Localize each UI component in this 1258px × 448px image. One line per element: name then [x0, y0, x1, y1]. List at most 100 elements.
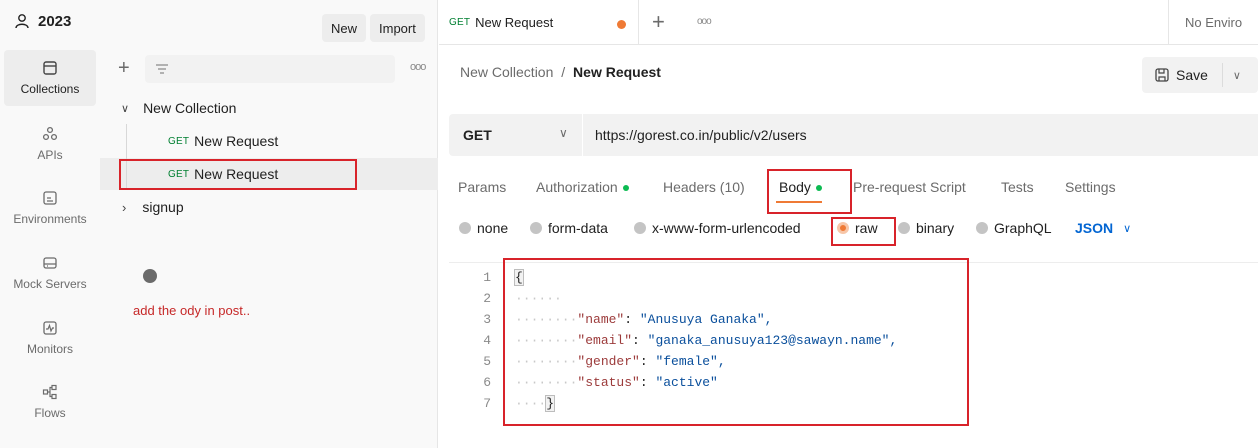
code-line: ······ [515, 291, 562, 306]
method-select[interactable]: GET [463, 127, 492, 143]
rail-item-mock-servers[interactable]: Mock Servers [4, 245, 96, 301]
request-url-bar: GET ∨ https://gorest.co.in/public/v2/use… [449, 114, 1258, 156]
radio-circle [634, 222, 646, 234]
json-key: "email" [577, 333, 633, 348]
tree-folder[interactable]: › signup [100, 191, 438, 223]
filter-input[interactable] [145, 55, 395, 83]
tab-more-icon[interactable]: ooo [697, 16, 712, 27]
rail-label: Flows [34, 406, 66, 420]
radio-none[interactable]: none [459, 219, 508, 237]
json-key: "name" [577, 312, 625, 327]
mock-servers-icon [43, 257, 57, 269]
more-options-icon[interactable]: ooo [410, 61, 426, 73]
code-line: ········"gender": "female", [515, 354, 726, 369]
flows-icon [42, 384, 57, 400]
tab-method: GET [449, 17, 471, 28]
code-line: ········"email": "ganaka_anusuya123@sawa… [515, 333, 898, 348]
code-line: ········"status": "active" [515, 375, 718, 390]
radio-circle [976, 222, 988, 234]
tab-authorization[interactable]: Authorization [536, 179, 629, 195]
tree-guide-line [126, 124, 127, 190]
request-method: GET [168, 168, 190, 180]
whitespace-dots: ········ [515, 312, 578, 327]
rail-item-flows[interactable]: Flows [4, 374, 96, 430]
open-brace: { [514, 269, 524, 286]
radio-circle [530, 222, 542, 234]
tab-settings[interactable]: Settings [1065, 179, 1116, 195]
radio-graphql[interactable]: GraphQL [976, 219, 1052, 237]
tab-authorization-label: Authorization [536, 179, 618, 195]
breadcrumb-collection[interactable]: New Collection [460, 64, 553, 80]
tab-new-request[interactable]: GET New Request [439, 0, 639, 45]
workspace-header[interactable]: 2023 [14, 10, 71, 32]
rail-label: Collections [20, 82, 80, 96]
chevron-down-icon[interactable]: ∨ [559, 126, 568, 140]
radio-binary[interactable]: binary [898, 219, 954, 237]
user-icon [15, 14, 29, 29]
radio-label: binary [916, 220, 955, 236]
whitespace-dots: ········ [515, 333, 578, 348]
line-number: 7 [483, 396, 491, 411]
rail-item-environments[interactable]: Environments [4, 180, 96, 236]
json-value: "ganaka_anusuya123@sawayn.name", [647, 333, 898, 348]
new-tab-plus-icon[interactable]: + [652, 9, 665, 35]
save-button[interactable]: Save ∨ [1142, 57, 1258, 93]
radio-label: GraphQL [994, 220, 1052, 236]
tab-body[interactable]: Body [779, 179, 822, 195]
radio-label: x-www-form-urlencoded [652, 220, 801, 236]
new-button[interactable]: New [322, 14, 367, 42]
line-number: 5 [483, 354, 491, 369]
radio-urlencoded[interactable]: x-www-form-urlencoded [634, 219, 801, 237]
radio-label: raw [855, 220, 878, 236]
tab-tests[interactable]: Tests [1001, 179, 1034, 195]
request-method: GET [168, 135, 190, 147]
radio-raw[interactable]: raw [837, 219, 878, 237]
active-tab-underline [776, 201, 822, 203]
whitespace-dots: ···· [515, 396, 547, 411]
radio-circle [459, 222, 471, 234]
status-dot [622, 185, 629, 192]
breadcrumb: New Collection / New Request [460, 64, 661, 80]
rail-item-monitors[interactable]: Monitors [4, 310, 96, 366]
environments-icon [43, 191, 57, 205]
body-editor[interactable]: 1 2 3 4 5 6 7 { ······ ········"name": "… [449, 262, 1258, 448]
rail-item-apis[interactable]: APIs [4, 116, 96, 172]
code-line: { [514, 269, 524, 286]
environment-label: No Enviro [1185, 15, 1243, 30]
request-name: New Request [194, 166, 279, 182]
breadcrumb-request[interactable]: New Request [573, 64, 661, 80]
tab-bar: GET New Request + ooo No Enviro [439, 0, 1258, 45]
collection-name: New Collection [143, 100, 237, 116]
save-chevron-icon[interactable]: ∨ [1233, 69, 1241, 82]
radio-form-data[interactable]: form-data [530, 219, 608, 237]
annotation-text: add the ody in post.. [133, 303, 251, 318]
format-select[interactable]: JSON ∨ [1075, 219, 1131, 237]
tab-headers[interactable]: Headers (10) [663, 179, 745, 195]
json-value: "Anusuya Ganaka", [639, 312, 773, 327]
unsaved-dot [617, 20, 626, 29]
environment-selector[interactable]: No Enviro [1168, 0, 1258, 45]
whitespace-dots: ········ [515, 375, 578, 390]
rail-label: Mock Servers [13, 277, 87, 291]
chevron-down-icon: ∨ [121, 102, 130, 115]
monitors-icon [43, 321, 57, 335]
tree-request[interactable]: GET New Request [100, 125, 438, 157]
status-dot [815, 185, 822, 192]
tab-params[interactable]: Params [458, 179, 506, 195]
tab-body-label: Body [779, 179, 811, 195]
rail-item-collections[interactable]: Collections [4, 50, 96, 106]
json-value: "female", [655, 354, 726, 369]
tree-request-selected[interactable]: GET New Request [100, 158, 438, 190]
import-button[interactable]: Import [370, 14, 425, 42]
radio-label: none [477, 220, 509, 236]
save-icon [1155, 68, 1169, 82]
tree-collection[interactable]: ∨ New Collection [100, 92, 438, 124]
whitespace-dots: ······ [515, 291, 562, 306]
rail-label: Monitors [26, 342, 73, 356]
url-input[interactable]: https://gorest.co.in/public/v2/users [595, 127, 807, 143]
tab-pre-request-script[interactable]: Pre-request Script [853, 179, 966, 195]
chevron-down-icon: ∨ [1123, 222, 1132, 235]
plus-icon[interactable]: + [118, 57, 130, 80]
json-key: "status" [577, 375, 640, 390]
method-divider [582, 114, 583, 156]
